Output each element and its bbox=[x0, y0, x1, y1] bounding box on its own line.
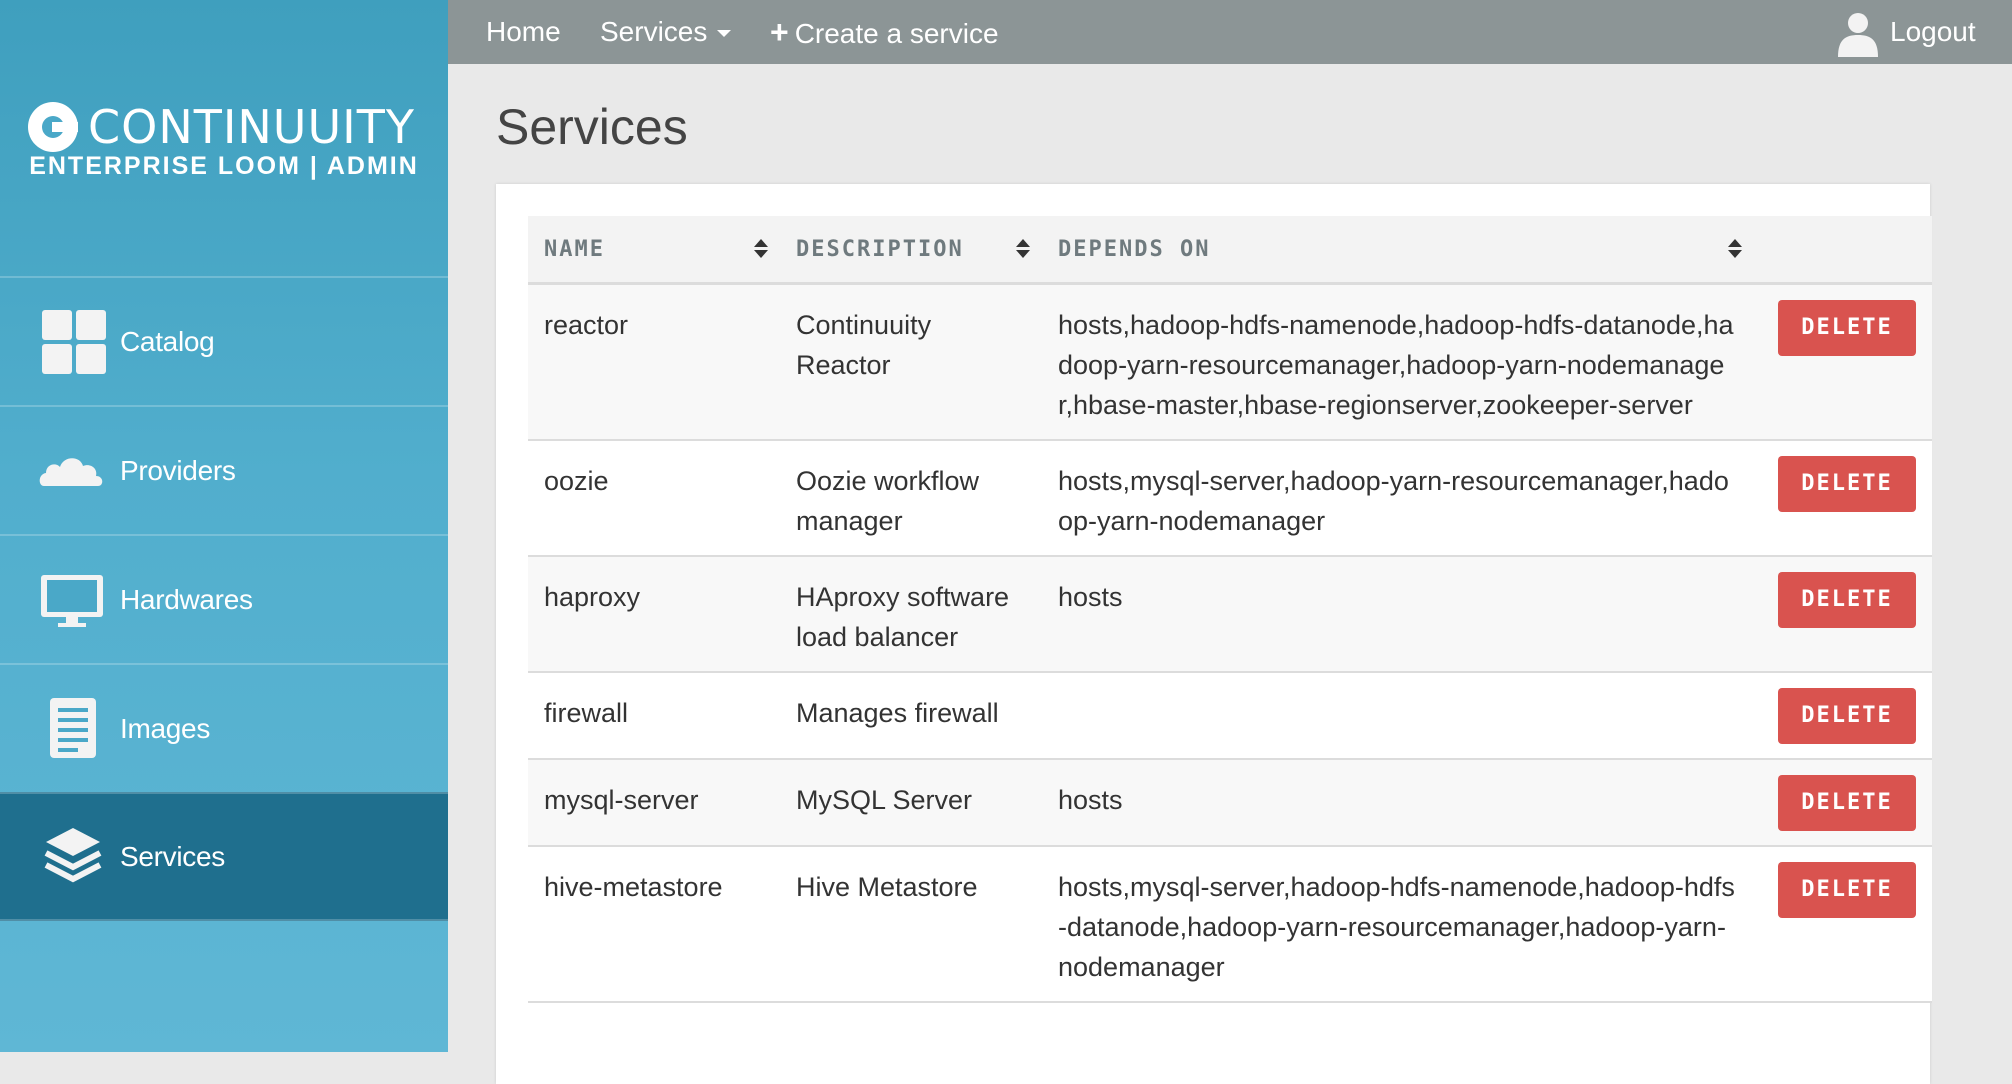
top-navbar: Home Services + Create a service Logout bbox=[448, 0, 2012, 64]
table-row: firewall Manages firewall DELETE bbox=[528, 672, 1932, 760]
brand-name: CONTINUUITY bbox=[88, 100, 415, 154]
delete-button[interactable]: DELETE bbox=[1778, 862, 1916, 918]
brand-logo[interactable]: CONTINUUITY bbox=[28, 100, 415, 154]
nav-services-dropdown[interactable]: Services bbox=[600, 0, 732, 64]
service-depends-on: hosts,mysql-server,hadoop-hdfs-namenode,… bbox=[1042, 846, 1754, 1003]
column-header-depends-on[interactable]: DEPENDS ON bbox=[1042, 216, 1754, 285]
column-header-name-label: NAME bbox=[544, 236, 605, 262]
grid-icon bbox=[38, 307, 108, 377]
delete-button[interactable]: DELETE bbox=[1778, 456, 1916, 512]
table-row: hive-metastore Hive Metastore hosts,mysq… bbox=[528, 846, 1932, 1003]
service-name: hive-metastore bbox=[528, 846, 780, 1003]
sidebar-item-hardwares[interactable]: Hardwares bbox=[0, 534, 448, 663]
service-depends-on bbox=[1042, 672, 1754, 760]
service-description: Hive Metastore bbox=[780, 846, 1042, 1003]
user-icon bbox=[1838, 12, 1878, 57]
service-name: haproxy bbox=[528, 556, 780, 673]
service-description: Oozie workflow manager bbox=[780, 440, 1042, 557]
service-name: firewall bbox=[528, 672, 780, 760]
service-description: Manages firewall bbox=[780, 672, 1042, 760]
column-header-description[interactable]: DESCRIPTION bbox=[780, 216, 1042, 285]
nav-services-label: Services bbox=[600, 16, 708, 47]
services-table: NAME DESCRIPTION DEPENDS ON reactor Cont… bbox=[528, 216, 1932, 1003]
table-header-row: NAME DESCRIPTION DEPENDS ON bbox=[528, 216, 1932, 285]
column-header-name[interactable]: NAME bbox=[528, 216, 780, 285]
sidebar-item-providers[interactable]: Providers bbox=[0, 405, 448, 534]
actions-cell: DELETE bbox=[1754, 556, 1932, 673]
service-depends-on: hosts bbox=[1042, 759, 1754, 847]
monitor-icon bbox=[38, 565, 108, 635]
sidebar: CONTINUUITY ENTERPRISE LOOM | ADMIN Cata… bbox=[0, 0, 448, 1052]
brand-subtitle: ENTERPRISE LOOM | ADMIN bbox=[29, 152, 419, 180]
service-name: mysql-server bbox=[528, 759, 780, 847]
sort-icon bbox=[1728, 239, 1742, 259]
cloud-icon bbox=[38, 436, 108, 506]
table-row: oozie Oozie workflow manager hosts,mysql… bbox=[528, 440, 1932, 557]
actions-cell: DELETE bbox=[1754, 759, 1932, 847]
sidebar-item-label: Hardwares bbox=[120, 583, 253, 615]
actions-cell: DELETE bbox=[1754, 672, 1932, 760]
create-service-link[interactable]: + Create a service bbox=[770, 0, 999, 64]
column-header-description-label: DESCRIPTION bbox=[796, 236, 964, 262]
sidebar-item-label: Providers bbox=[120, 454, 236, 486]
service-description: MySQL Server bbox=[780, 759, 1042, 847]
sidebar-item-label: Images bbox=[120, 712, 211, 744]
layers-icon bbox=[38, 822, 108, 892]
brand: CONTINUUITY ENTERPRISE LOOM | ADMIN bbox=[0, 0, 448, 276]
service-depends-on: hosts,hadoop-hdfs-namenode,hadoop-hdfs-d… bbox=[1042, 283, 1754, 441]
service-description: Continuuity Reactor bbox=[780, 283, 1042, 441]
page-title: Services bbox=[496, 99, 688, 155]
nav-home-link[interactable]: Home bbox=[486, 0, 561, 64]
document-icon bbox=[38, 694, 108, 764]
service-description: HAproxy software load balancer bbox=[780, 556, 1042, 673]
actions-cell: DELETE bbox=[1754, 440, 1932, 557]
column-header-depends-on-label: DEPENDS ON bbox=[1058, 236, 1211, 262]
table-row: mysql-server MySQL Server hosts DELETE bbox=[528, 759, 1932, 847]
service-depends-on: hosts,mysql-server,hadoop-yarn-resourcem… bbox=[1042, 440, 1754, 557]
sidebar-item-label: Services bbox=[120, 840, 225, 872]
create-service-label: Create a service bbox=[794, 18, 999, 49]
delete-button[interactable]: DELETE bbox=[1778, 775, 1916, 831]
sidebar-item-services[interactable]: Services bbox=[0, 792, 448, 921]
continuuity-logo-icon bbox=[28, 102, 78, 152]
logout-label: Logout bbox=[1890, 16, 1976, 47]
service-name: reactor bbox=[528, 283, 780, 441]
services-panel: NAME DESCRIPTION DEPENDS ON reactor Cont… bbox=[496, 184, 1932, 1084]
sidebar-item-images[interactable]: Images bbox=[0, 663, 448, 792]
sidebar-nav: Catalog Providers Hardwares Images Servi… bbox=[0, 276, 448, 921]
sort-icon bbox=[1016, 239, 1030, 259]
delete-button[interactable]: DELETE bbox=[1778, 572, 1916, 628]
delete-button[interactable]: DELETE bbox=[1778, 300, 1916, 356]
column-header-actions bbox=[1754, 216, 1932, 285]
sidebar-item-catalog[interactable]: Catalog bbox=[0, 276, 448, 405]
caret-down-icon bbox=[717, 30, 732, 38]
table-row: reactor Continuuity Reactor hosts,hadoop… bbox=[528, 283, 1932, 441]
actions-cell: DELETE bbox=[1754, 283, 1932, 441]
table-row: haproxy HAproxy software load balancer h… bbox=[528, 556, 1932, 673]
service-depends-on: hosts bbox=[1042, 556, 1754, 673]
actions-cell: DELETE bbox=[1754, 846, 1932, 1003]
sidebar-item-label: Catalog bbox=[120, 325, 215, 357]
service-name: oozie bbox=[528, 440, 780, 557]
plus-icon: + bbox=[770, 14, 789, 50]
sort-icon bbox=[754, 239, 768, 259]
logout-link[interactable]: Logout bbox=[1836, 0, 1976, 64]
delete-button[interactable]: DELETE bbox=[1778, 688, 1916, 744]
